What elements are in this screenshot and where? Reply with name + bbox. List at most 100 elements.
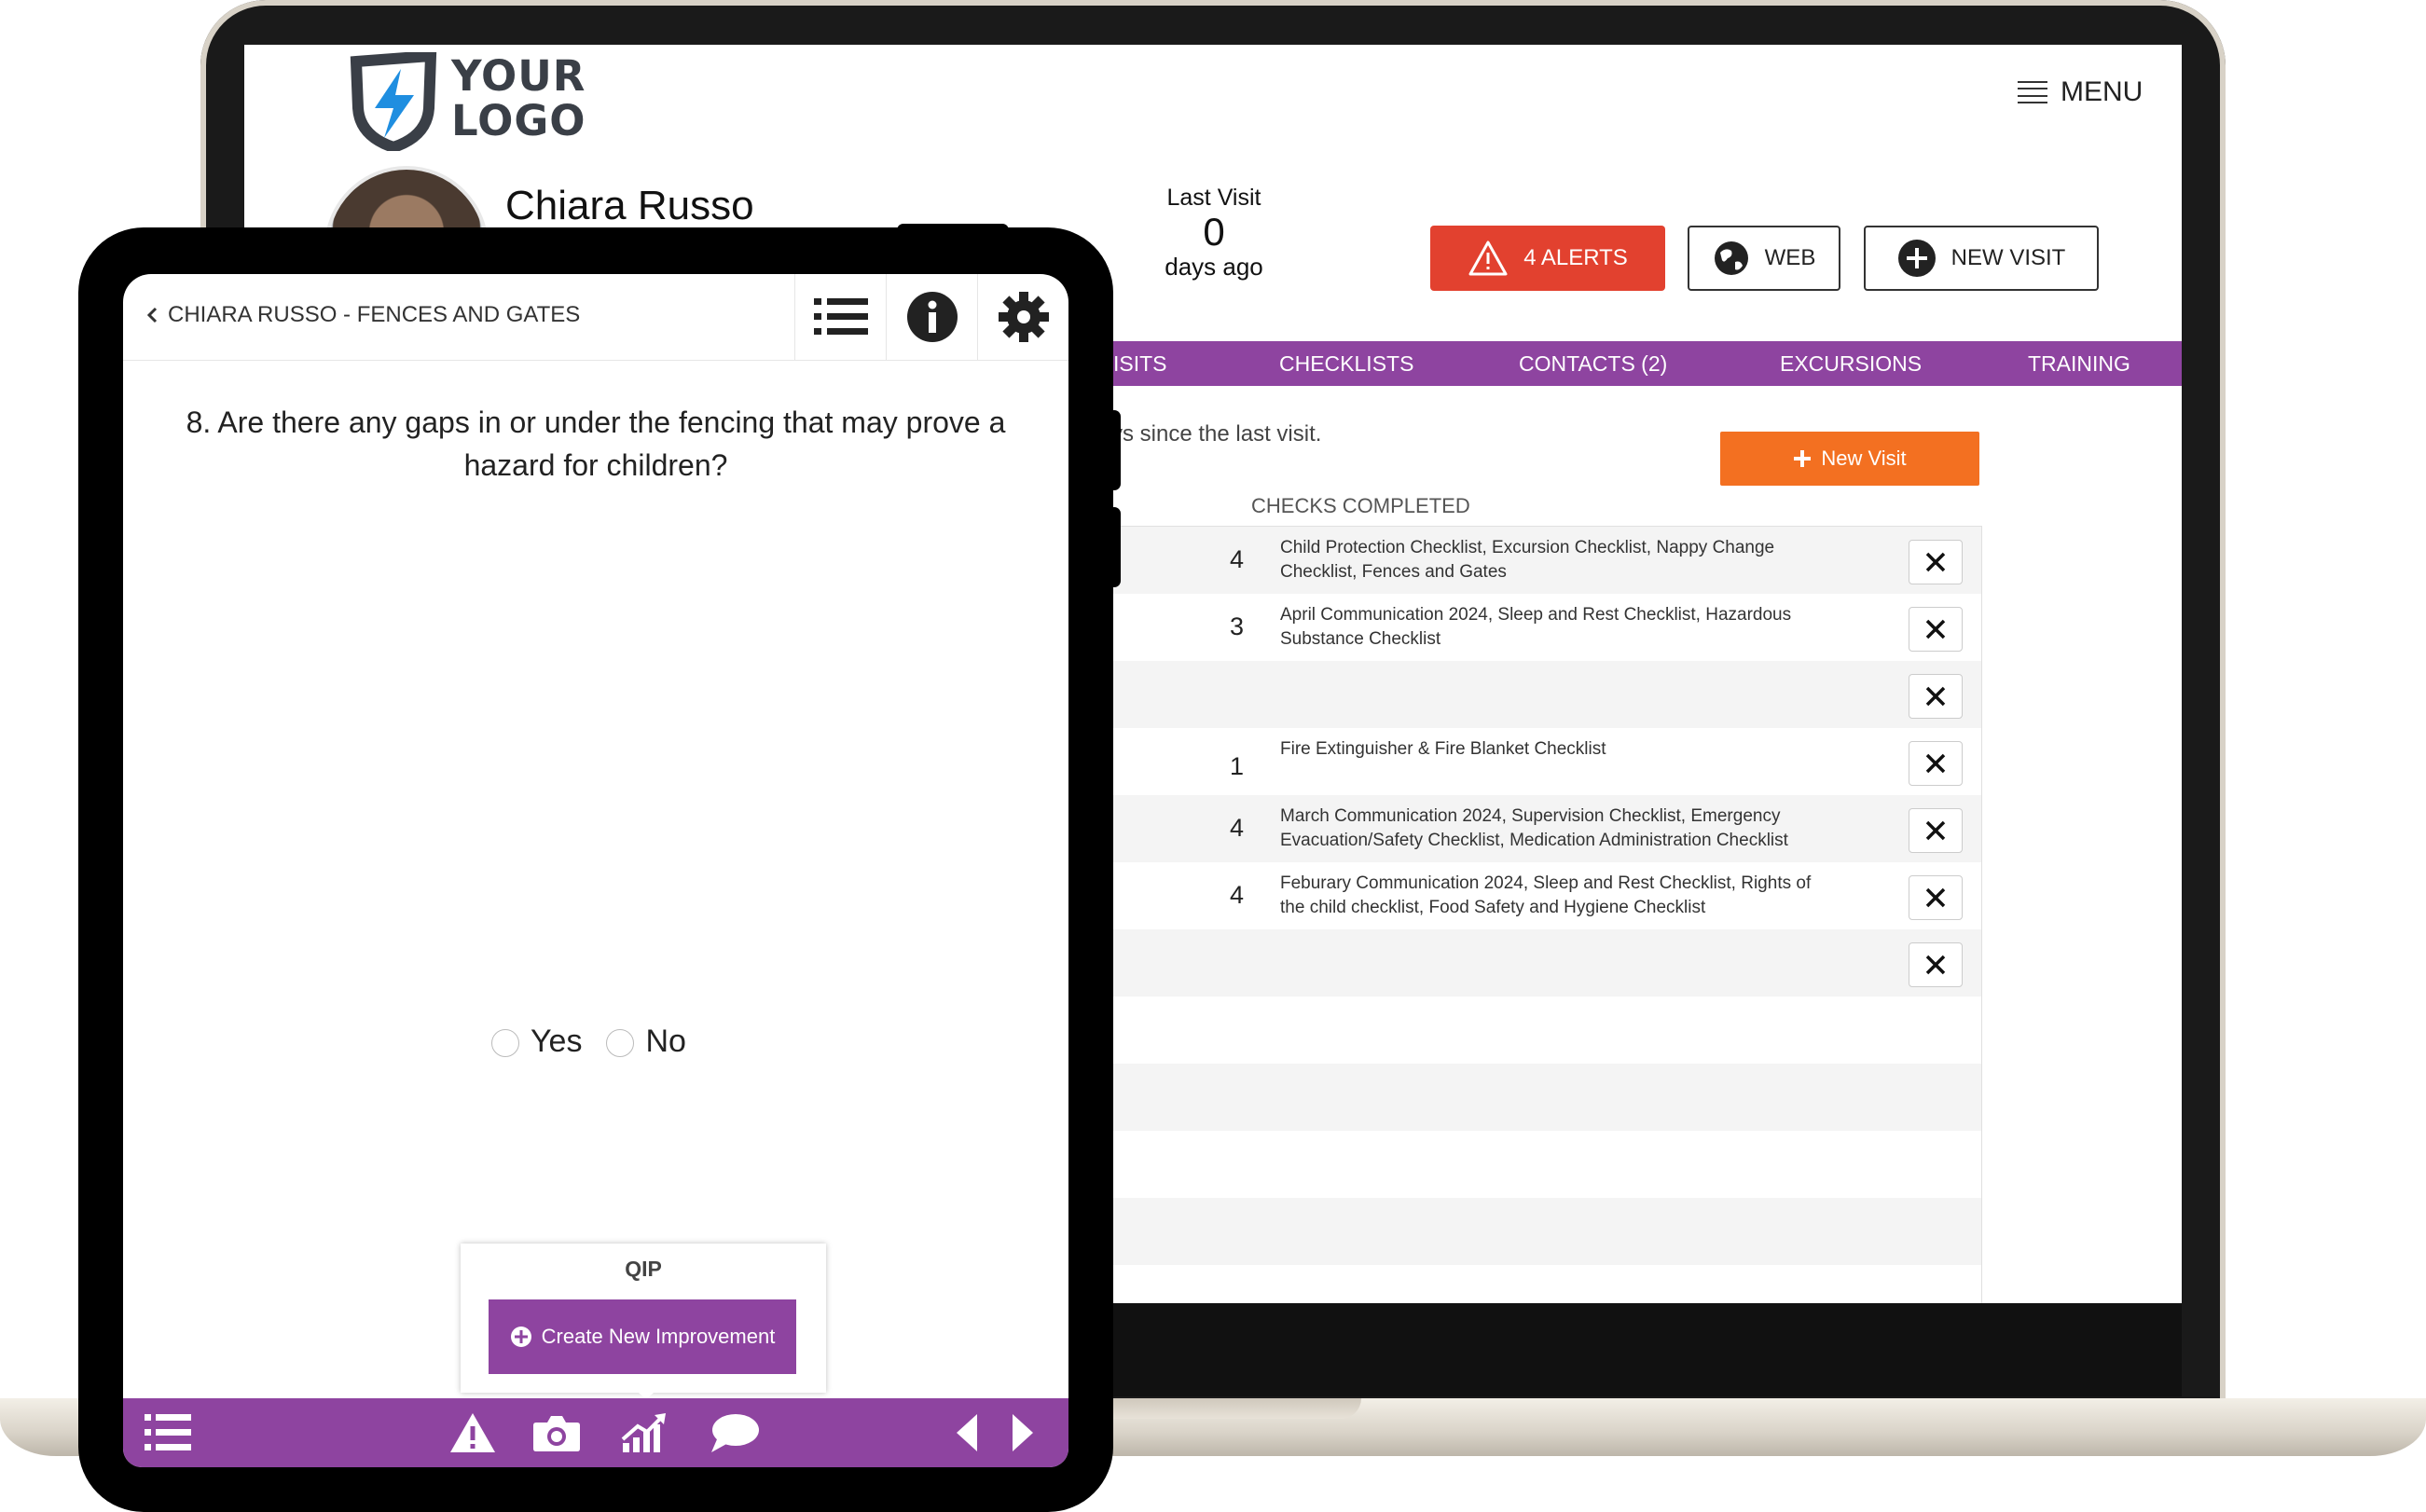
profile-name: Chiara Russo <box>505 183 754 228</box>
warning-icon <box>450 1413 495 1452</box>
qip-popup: QIP Create New Improvement <box>461 1244 826 1393</box>
radio-no[interactable] <box>606 1029 635 1058</box>
last-visit-unit: days ago <box>1165 253 1263 281</box>
last-visit: Last Visit 0 days ago <box>1102 185 1326 282</box>
plus-circle-icon <box>510 1326 531 1347</box>
back-title: CHIARA RUSSO - FENCES AND GATES <box>168 302 581 327</box>
settings-button[interactable] <box>977 274 1068 360</box>
chevron-left-icon <box>146 307 158 323</box>
new-visit-button[interactable]: NEW VISIT <box>1864 226 2099 291</box>
menu-button[interactable]: MENU <box>2018 76 2143 108</box>
answer-options: Yes No <box>491 1024 686 1060</box>
table-row: 4 March Communication 2024, Supervision … <box>1112 795 1981 862</box>
table-row: 4 Child Protection Checklist, Excursion … <box>1112 527 1981 594</box>
lightning-shield-icon <box>350 52 437 151</box>
row-count: 4 <box>1230 881 1245 909</box>
create-improvement-button[interactable]: Create New Improvement <box>489 1299 796 1374</box>
option-no[interactable]: No <box>606 1024 686 1060</box>
new-visit-orange-button[interactable]: New Visit <box>1720 432 1979 486</box>
table-row <box>1112 661 1981 728</box>
visits-table: 4 Child Protection Checklist, Excursion … <box>1111 526 1982 1303</box>
row-desc: Feburary Communication 2024, Sleep and R… <box>1280 873 1812 917</box>
arrow-left-icon <box>957 1414 977 1451</box>
tab-visits[interactable]: ISITS <box>1113 341 1167 386</box>
toolbar-comment-button[interactable] <box>697 1398 772 1467</box>
menu-label: MENU <box>2061 76 2143 107</box>
next-button[interactable] <box>999 1398 1046 1467</box>
delete-row-button[interactable] <box>1909 674 1963 719</box>
delete-row-button[interactable] <box>1909 942 1963 987</box>
info-button[interactable] <box>886 274 978 360</box>
back-link[interactable]: CHIARA RUSSO - FENCES AND GATES <box>145 302 580 328</box>
delete-row-button[interactable] <box>1909 540 1963 584</box>
toolbar-camera-button[interactable] <box>524 1398 589 1467</box>
toolbar-improvement-button[interactable] <box>608 1398 682 1467</box>
hamburger-icon <box>2018 81 2047 103</box>
row-desc: March Communication 2024, Supervision Ch… <box>1280 806 1788 850</box>
globe-icon <box>1714 241 1748 275</box>
close-icon <box>1925 619 1946 639</box>
alerts-label: 4 ALERTS <box>1523 245 1628 270</box>
close-icon <box>1925 686 1946 707</box>
camera-icon <box>533 1416 580 1451</box>
table-row <box>1112 1064 1981 1131</box>
chart-icon <box>621 1413 666 1452</box>
toolbar-alert-button[interactable] <box>440 1398 505 1467</box>
table-row <box>1112 1131 1981 1198</box>
delete-row-button[interactable] <box>1909 741 1963 786</box>
tab-contacts[interactable]: CONTACTS (2) <box>1519 341 1667 386</box>
alerts-button[interactable]: 4 ALERTS <box>1430 226 1665 291</box>
new-visit-orange-label: New Visit <box>1821 447 1907 470</box>
web-button[interactable]: WEB <box>1688 226 1840 291</box>
radio-yes[interactable] <box>491 1029 519 1058</box>
close-icon <box>1925 552 1946 572</box>
last-visit-label: Last Visit <box>1166 185 1261 211</box>
option-yes-label: Yes <box>531 1024 583 1059</box>
info-icon <box>907 292 958 342</box>
table-row: 4 Feburary Communication 2024, Sleep and… <box>1112 862 1981 929</box>
tablet-toolbar <box>123 1398 1068 1467</box>
row-count: 4 <box>1230 814 1245 842</box>
plus-icon <box>1794 450 1812 467</box>
toolbar-list-button[interactable] <box>136 1398 200 1467</box>
row-count: 4 <box>1230 545 1245 573</box>
gear-icon <box>999 292 1049 342</box>
checks-completed-header: CHECKS COMPLETED <box>1251 494 1470 517</box>
chat-icon <box>711 1414 759 1452</box>
delete-row-button[interactable] <box>1909 607 1963 652</box>
delete-row-button[interactable] <box>1909 808 1963 853</box>
row-desc: April Communication 2024, Sleep and Rest… <box>1280 605 1792 649</box>
table-row: 1 Fire Extinguisher & Fire Blanket Check… <box>1112 728 1981 795</box>
table-row <box>1112 929 1981 997</box>
close-icon <box>1925 753 1946 774</box>
close-icon <box>1925 887 1946 908</box>
option-no-label: No <box>645 1024 686 1059</box>
tab-training[interactable]: TRAINING <box>2028 341 2130 386</box>
create-improvement-label: Create New Improvement <box>541 1325 776 1348</box>
row-desc: Child Protection Checklist, Excursion Ch… <box>1280 538 1775 582</box>
previous-button[interactable] <box>944 1398 990 1467</box>
question-text: 8. Are there any gaps in or under the fe… <box>186 405 1006 482</box>
tablet-power-button <box>897 224 1009 237</box>
list-button[interactable] <box>794 274 887 360</box>
tablet-header: CHIARA RUSSO - FENCES AND GATES <box>123 274 1068 361</box>
option-yes[interactable]: Yes <box>491 1024 582 1060</box>
tab-excursions[interactable]: EXCURSIONS <box>1780 341 1922 386</box>
row-count: 3 <box>1230 612 1245 640</box>
row-count: 1 <box>1230 752 1245 780</box>
tablet-screen: CHIARA RUSSO - FENCES AND GATES 8. Are t… <box>123 274 1068 1467</box>
tab-checklists[interactable]: CHECKLISTS <box>1279 341 1413 386</box>
delete-row-button[interactable] <box>1909 875 1963 920</box>
close-icon <box>1925 820 1946 841</box>
table-row: 3 April Communication 2024, Sleep and Re… <box>1112 594 1981 661</box>
days-since-text: ys since the last visit. <box>1111 421 1322 447</box>
plus-circle-icon <box>1897 240 1936 277</box>
table-row <box>1112 997 1981 1064</box>
warning-icon <box>1468 241 1508 276</box>
last-visit-value: 0 <box>1203 210 1225 254</box>
web-label: WEB <box>1764 245 1816 270</box>
qip-title: QIP <box>625 1257 662 1281</box>
tablet-volume-up <box>1108 410 1121 490</box>
logo-text: YOUR LOGO <box>451 51 586 145</box>
arrow-right-icon <box>1013 1414 1033 1451</box>
